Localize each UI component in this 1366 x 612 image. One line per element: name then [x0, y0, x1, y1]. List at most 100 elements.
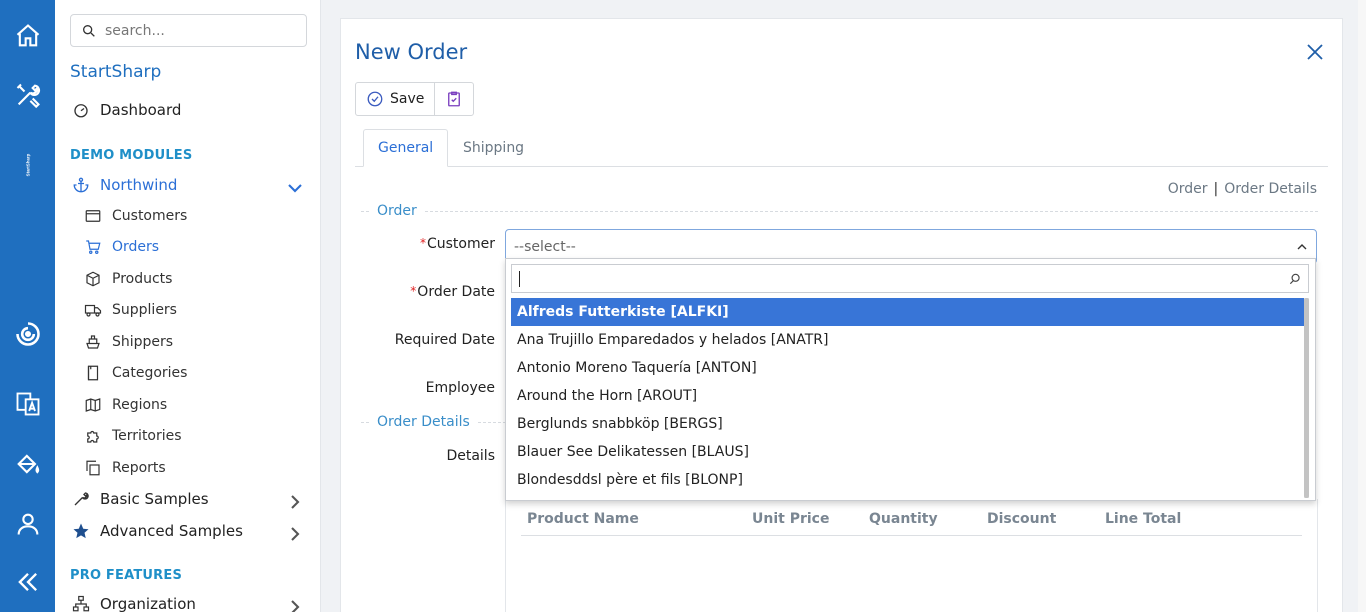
label-required-date: Required Date	[394, 332, 495, 348]
tab-bar: General Shipping	[355, 129, 1328, 167]
sidebar-item-territories[interactable]: Territories	[84, 427, 182, 445]
dropdown-scrollbar-thumb[interactable]	[1304, 298, 1309, 498]
ship-icon	[86, 335, 100, 349]
star-icon	[73, 523, 89, 539]
sidebar-item-label: Categories	[112, 365, 188, 381]
save-button[interactable]: Save	[356, 83, 434, 115]
link-order-details[interactable]: Order Details	[1224, 181, 1317, 197]
label-details: Details	[446, 448, 495, 464]
nav-dashboard-label: Dashboard	[100, 101, 182, 119]
label-employee: Employee	[425, 380, 495, 396]
tools-icon[interactable]	[12, 79, 44, 111]
nav-advanced-samples-label: Advanced Samples	[100, 522, 243, 540]
customer-select-value: --select--	[514, 238, 576, 255]
sidebar-item-regions[interactable]: Regions	[84, 396, 167, 414]
tools-small-icon	[74, 492, 89, 506]
collapse-icon[interactable]	[12, 566, 44, 598]
box-icon	[86, 271, 100, 287]
chevron-down-icon	[288, 184, 302, 193]
apply-changes-button[interactable]	[434, 83, 473, 115]
column-header-unit-price[interactable]: Unit Price	[752, 511, 829, 527]
sidebar-item-orders[interactable]: Orders	[84, 238, 159, 256]
close-icon[interactable]	[1306, 43, 1324, 61]
sidebar-item-suppliers[interactable]: Suppliers	[84, 301, 177, 319]
sidebar-item-label: Territories	[112, 428, 182, 444]
window-scrollbar[interactable]	[1358, 0, 1366, 612]
dialog-title: New Order	[355, 40, 468, 64]
gauge-icon	[74, 104, 88, 118]
brand-swirl-icon	[12, 318, 44, 350]
dropdown-options: Alfreds Futterkiste [ALFKI] Ana Trujillo…	[511, 298, 1304, 494]
cart-icon	[86, 240, 101, 254]
nav-basic-samples-label: Basic Samples	[100, 490, 209, 508]
sidebar-item-shippers[interactable]: Shippers	[84, 333, 173, 351]
chevron-right-icon	[291, 600, 300, 612]
category-links: Order | Order Details	[1168, 181, 1317, 197]
home-icon[interactable]	[12, 20, 44, 52]
nav-advanced-samples[interactable]: Advanced Samples	[72, 522, 304, 541]
clipboard-check-icon	[448, 91, 461, 107]
nav-northwind[interactable]: Northwind	[72, 176, 304, 194]
dropdown-search-input[interactable]	[511, 264, 1309, 293]
dropdown-option[interactable]: Antonio Moreno Taquería [ANTON]	[511, 354, 1304, 382]
nav-basic-samples[interactable]: Basic Samples	[72, 490, 304, 509]
sidebar-item-label: Shippers	[112, 334, 174, 350]
translate-icon[interactable]	[12, 388, 44, 420]
sidebar-item-label: Customers	[112, 208, 188, 224]
category-order-title: Order	[377, 203, 417, 219]
sidebar-item-label: Reports	[112, 460, 166, 476]
book-icon	[87, 365, 99, 381]
nav-organization-label: Organization	[100, 595, 196, 612]
order-details-grid: Product Name Unit Price Quantity Discoun…	[505, 499, 1318, 612]
nav-northwind-label: Northwind	[100, 176, 178, 194]
chevron-up-icon	[1297, 244, 1307, 250]
nav-organization[interactable]: Organization	[72, 595, 304, 612]
sidebar-brand[interactable]: StartSharp	[70, 62, 161, 82]
dropdown-option[interactable]: Berglunds snabbköp [BERGS]	[511, 410, 1304, 438]
sidebar-item-label: Orders	[112, 239, 160, 255]
copy-icon	[86, 460, 100, 476]
category-order-details-title: Order Details	[377, 414, 470, 430]
card-icon	[85, 210, 101, 222]
column-header-discount[interactable]: Discount	[987, 511, 1056, 527]
nav-dashboard[interactable]: Dashboard	[72, 101, 181, 119]
sidebar-item-label: Regions	[112, 397, 168, 413]
sidebar-search-input[interactable]: search...	[70, 14, 307, 47]
chevron-right-icon	[291, 495, 300, 509]
dropdown-option[interactable]: Alfreds Futterkiste [ALFKI]	[511, 298, 1304, 326]
dropdown-option[interactable]: Blauer See Delikatessen [BLAUS]	[511, 438, 1304, 466]
column-header-quantity[interactable]: Quantity	[869, 511, 938, 527]
section-demo-modules: DEMO MODULES	[70, 148, 193, 163]
link-separator: |	[1213, 181, 1219, 197]
text-caret	[519, 270, 520, 287]
category-order-details: Order Details	[361, 414, 511, 430]
sidebar-item-products[interactable]: Products	[84, 270, 172, 288]
label-customer: *Customer	[419, 236, 495, 252]
dropdown-scrollbar[interactable]	[1304, 298, 1309, 498]
dropdown-option[interactable]: Ana Trujillo Emparedados y helados [ANAT…	[511, 326, 1304, 354]
icon-rail: StartSharp	[0, 0, 55, 612]
search-icon	[83, 24, 95, 37]
dropdown-option[interactable]: Around the Horn [AROUT]	[511, 382, 1304, 410]
label-order-date: *Order Date	[410, 284, 495, 300]
rail-brand-text: StartSharp	[25, 153, 30, 176]
column-header-line-total[interactable]: Line Total	[1105, 511, 1181, 527]
grid-header-divider	[521, 535, 1302, 536]
sidebar-item-customers[interactable]: Customers	[84, 207, 187, 225]
sidebar-item-reports[interactable]: Reports	[84, 459, 166, 477]
required-marker: *	[410, 284, 417, 298]
required-marker: *	[419, 236, 426, 250]
tab-shipping[interactable]: Shipping	[449, 129, 538, 167]
sidebar-item-label: Products	[112, 271, 173, 287]
user-icon[interactable]	[12, 508, 44, 540]
sidebar-item-label: Suppliers	[112, 302, 177, 318]
sidebar-item-categories[interactable]: Categories	[84, 364, 187, 382]
save-button-label: Save	[390, 91, 425, 107]
map-icon	[85, 398, 101, 412]
dropdown-option[interactable]: Blondesddsl père et fils [BLONP]	[511, 466, 1304, 494]
column-header-product-name[interactable]: Product Name	[527, 511, 639, 527]
chevron-right-icon	[291, 527, 300, 541]
link-order[interactable]: Order	[1168, 181, 1208, 197]
paint-bucket-icon[interactable]	[12, 448, 44, 480]
tab-general[interactable]: General	[363, 129, 449, 167]
